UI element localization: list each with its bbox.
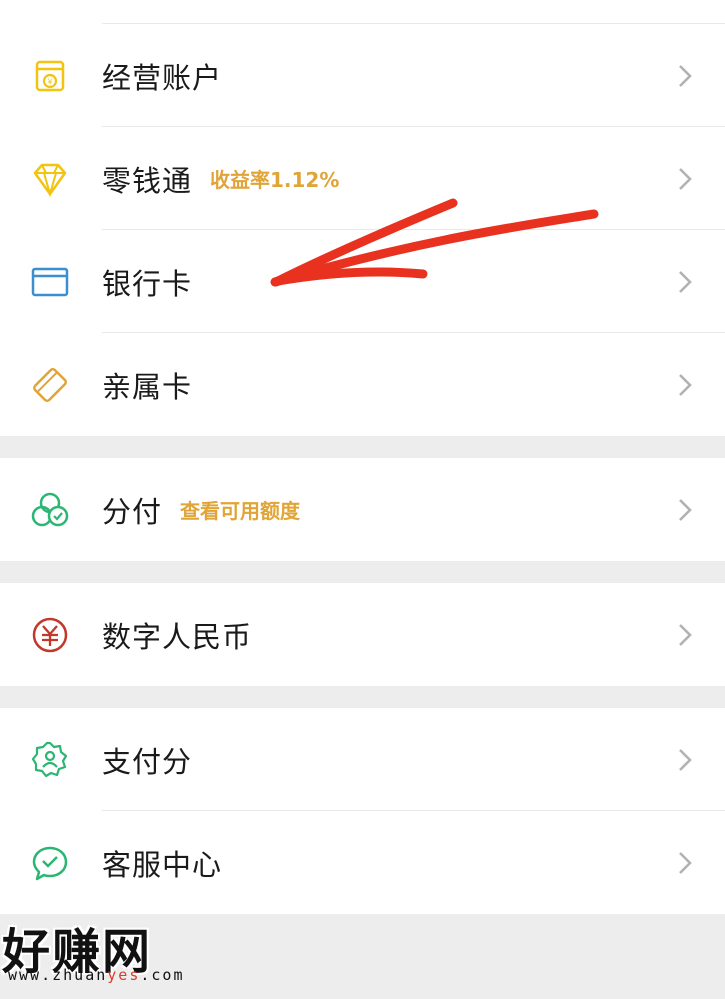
watermark-url: www.zhuanyes.com <box>8 966 185 984</box>
chevron-right-icon <box>679 623 692 646</box>
menu-label: 支付分 <box>102 744 193 779</box>
section-gap <box>0 436 725 458</box>
wallet-group-3: 数字人民币 <box>0 583 725 686</box>
chevron-right-icon <box>679 270 692 293</box>
menu-item-digital-rmb[interactable]: 数字人民币 <box>0 583 725 686</box>
menu-item-lingqiantong[interactable]: 零钱通 收益率1.12% <box>0 127 725 230</box>
diamond-icon <box>30 159 70 199</box>
menu-item-pay-score[interactable]: 支付分 <box>0 708 725 811</box>
shop-account-icon: ¥ <box>30 56 70 96</box>
menu-label: 银行卡 <box>102 266 193 301</box>
menu-label: 数字人民币 <box>102 619 253 654</box>
menu-label: 亲属卡 <box>102 369 193 404</box>
menu-item-business-account[interactable]: ¥ 经营账户 <box>0 24 725 127</box>
yield-rate-badge: 收益率1.12% <box>210 168 340 192</box>
check-credit-badge: 查看可用额度 <box>180 499 300 523</box>
menu-label: 零钱通 <box>102 163 193 198</box>
section-gap <box>0 686 725 708</box>
chevron-right-icon <box>679 851 692 874</box>
menu-label: 客服中心 <box>102 847 223 882</box>
chevron-right-icon <box>679 748 692 771</box>
chevron-right-icon <box>679 64 692 87</box>
chevron-right-icon <box>679 373 692 396</box>
wallet-group-1: ¥ 经营账户 零钱通 收益率1.12% 银行卡 亲属卡 <box>0 0 725 436</box>
wallet-group-4: 支付分 客服中心 <box>0 708 725 914</box>
menu-item-family-card[interactable]: 亲属卡 <box>0 333 725 436</box>
fenfu-icon <box>30 490 70 530</box>
svg-text:¥: ¥ <box>47 77 52 86</box>
bank-card-icon <box>30 262 70 302</box>
chevron-right-icon <box>679 167 692 190</box>
digital-rmb-icon <box>30 615 70 655</box>
menu-item-customer-service[interactable]: 客服中心 <box>0 811 725 914</box>
top-remnant-row <box>0 0 725 24</box>
chevron-right-icon <box>679 498 692 521</box>
pay-score-icon <box>30 740 70 780</box>
family-card-icon <box>30 365 70 405</box>
customer-service-icon <box>30 843 70 883</box>
section-gap <box>0 561 725 583</box>
menu-item-fenfu[interactable]: 分付 查看可用额度 <box>0 458 725 561</box>
wallet-group-2: 分付 查看可用额度 <box>0 458 725 561</box>
menu-item-bank-card[interactable]: 银行卡 <box>0 230 725 333</box>
menu-label: 经营账户 <box>102 60 223 95</box>
watermark: 好赚网 www.zhuanyes.com <box>2 912 202 992</box>
menu-label: 分付 <box>102 494 163 529</box>
